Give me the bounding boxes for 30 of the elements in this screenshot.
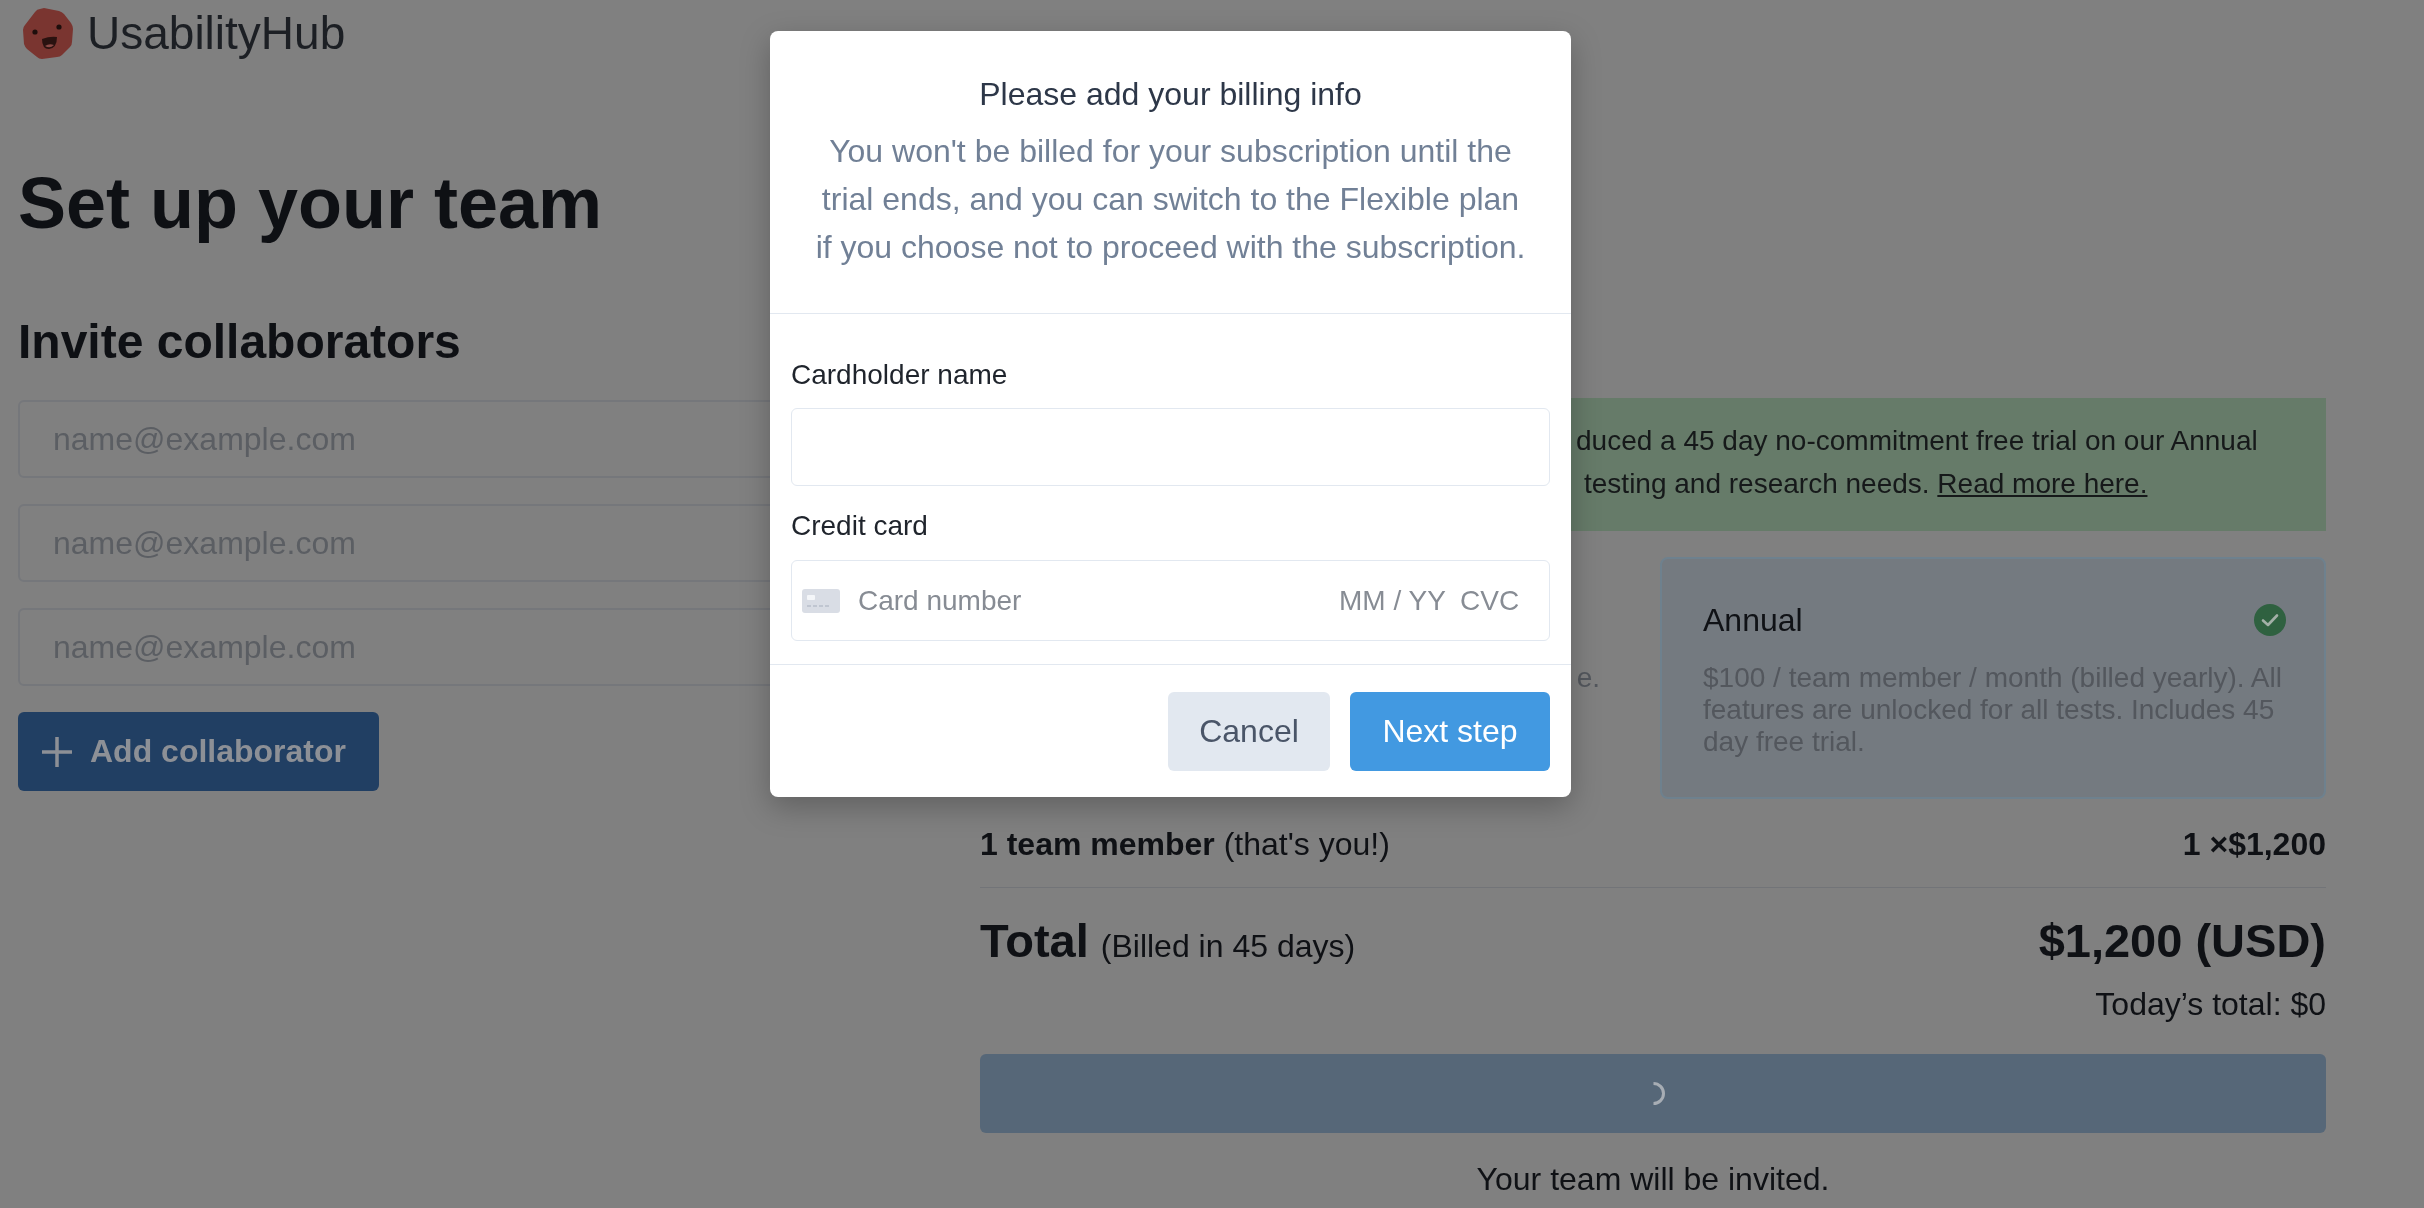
plus-icon bbox=[41, 735, 73, 768]
footnote: Your team will be invited. bbox=[1476, 1160, 1830, 1199]
cancel-button[interactable]: Cancel bbox=[1168, 692, 1330, 771]
field-label: Credit card bbox=[791, 509, 928, 543]
total-label: Total bbox=[980, 913, 1089, 969]
dialog-title: Please add your billing info bbox=[979, 75, 1362, 114]
next-step-button[interactable]: Next step bbox=[1350, 692, 1550, 771]
banner-text: duced a 45 day no-commitment free trial on our Annual bbox=[1576, 424, 2258, 458]
cardholder-name-field[interactable] bbox=[791, 408, 1550, 486]
logo-icon bbox=[22, 6, 74, 60]
brand-name: UsabilityHub bbox=[87, 6, 346, 60]
line-item-amount: 1 ×$1,200 bbox=[2182, 825, 2326, 864]
credit-card-field[interactable]: Card number MM / YY CVC bbox=[791, 560, 1550, 641]
check-icon bbox=[2254, 604, 2286, 636]
plan-name: Annual bbox=[1703, 601, 1803, 640]
banner-text: testing and research needs. Read more here. bbox=[1584, 467, 2148, 501]
read-more-link[interactable]: Read more here. bbox=[1937, 468, 2148, 499]
section-heading: Invite collaborators bbox=[18, 314, 461, 370]
expiry-input[interactable]: MM / YY bbox=[1339, 580, 1447, 621]
dialog-message: You won't be billed for your subscription until the trial ends, and you can switch to the Flexible plan if you choose not to proceed with the subscription. bbox=[814, 132, 1527, 267]
total-note: (Billed in 45 days) bbox=[1100, 927, 1356, 966]
add-collaborator-button[interactable]: Add collaborator bbox=[18, 712, 379, 791]
cvc-input[interactable]: CVC bbox=[1460, 580, 1520, 621]
submit-button[interactable] bbox=[980, 1054, 2326, 1133]
total-amount: $1,200 (USD) bbox=[2038, 913, 2326, 969]
today-total: Today’s total: $0 bbox=[2095, 985, 2326, 1024]
line-item-label: 1 team member (that's you!) bbox=[980, 825, 1390, 864]
credit-card-icon bbox=[802, 588, 840, 613]
field-label: Cardholder name bbox=[791, 358, 1008, 392]
page-title: Set up your team bbox=[18, 162, 603, 245]
